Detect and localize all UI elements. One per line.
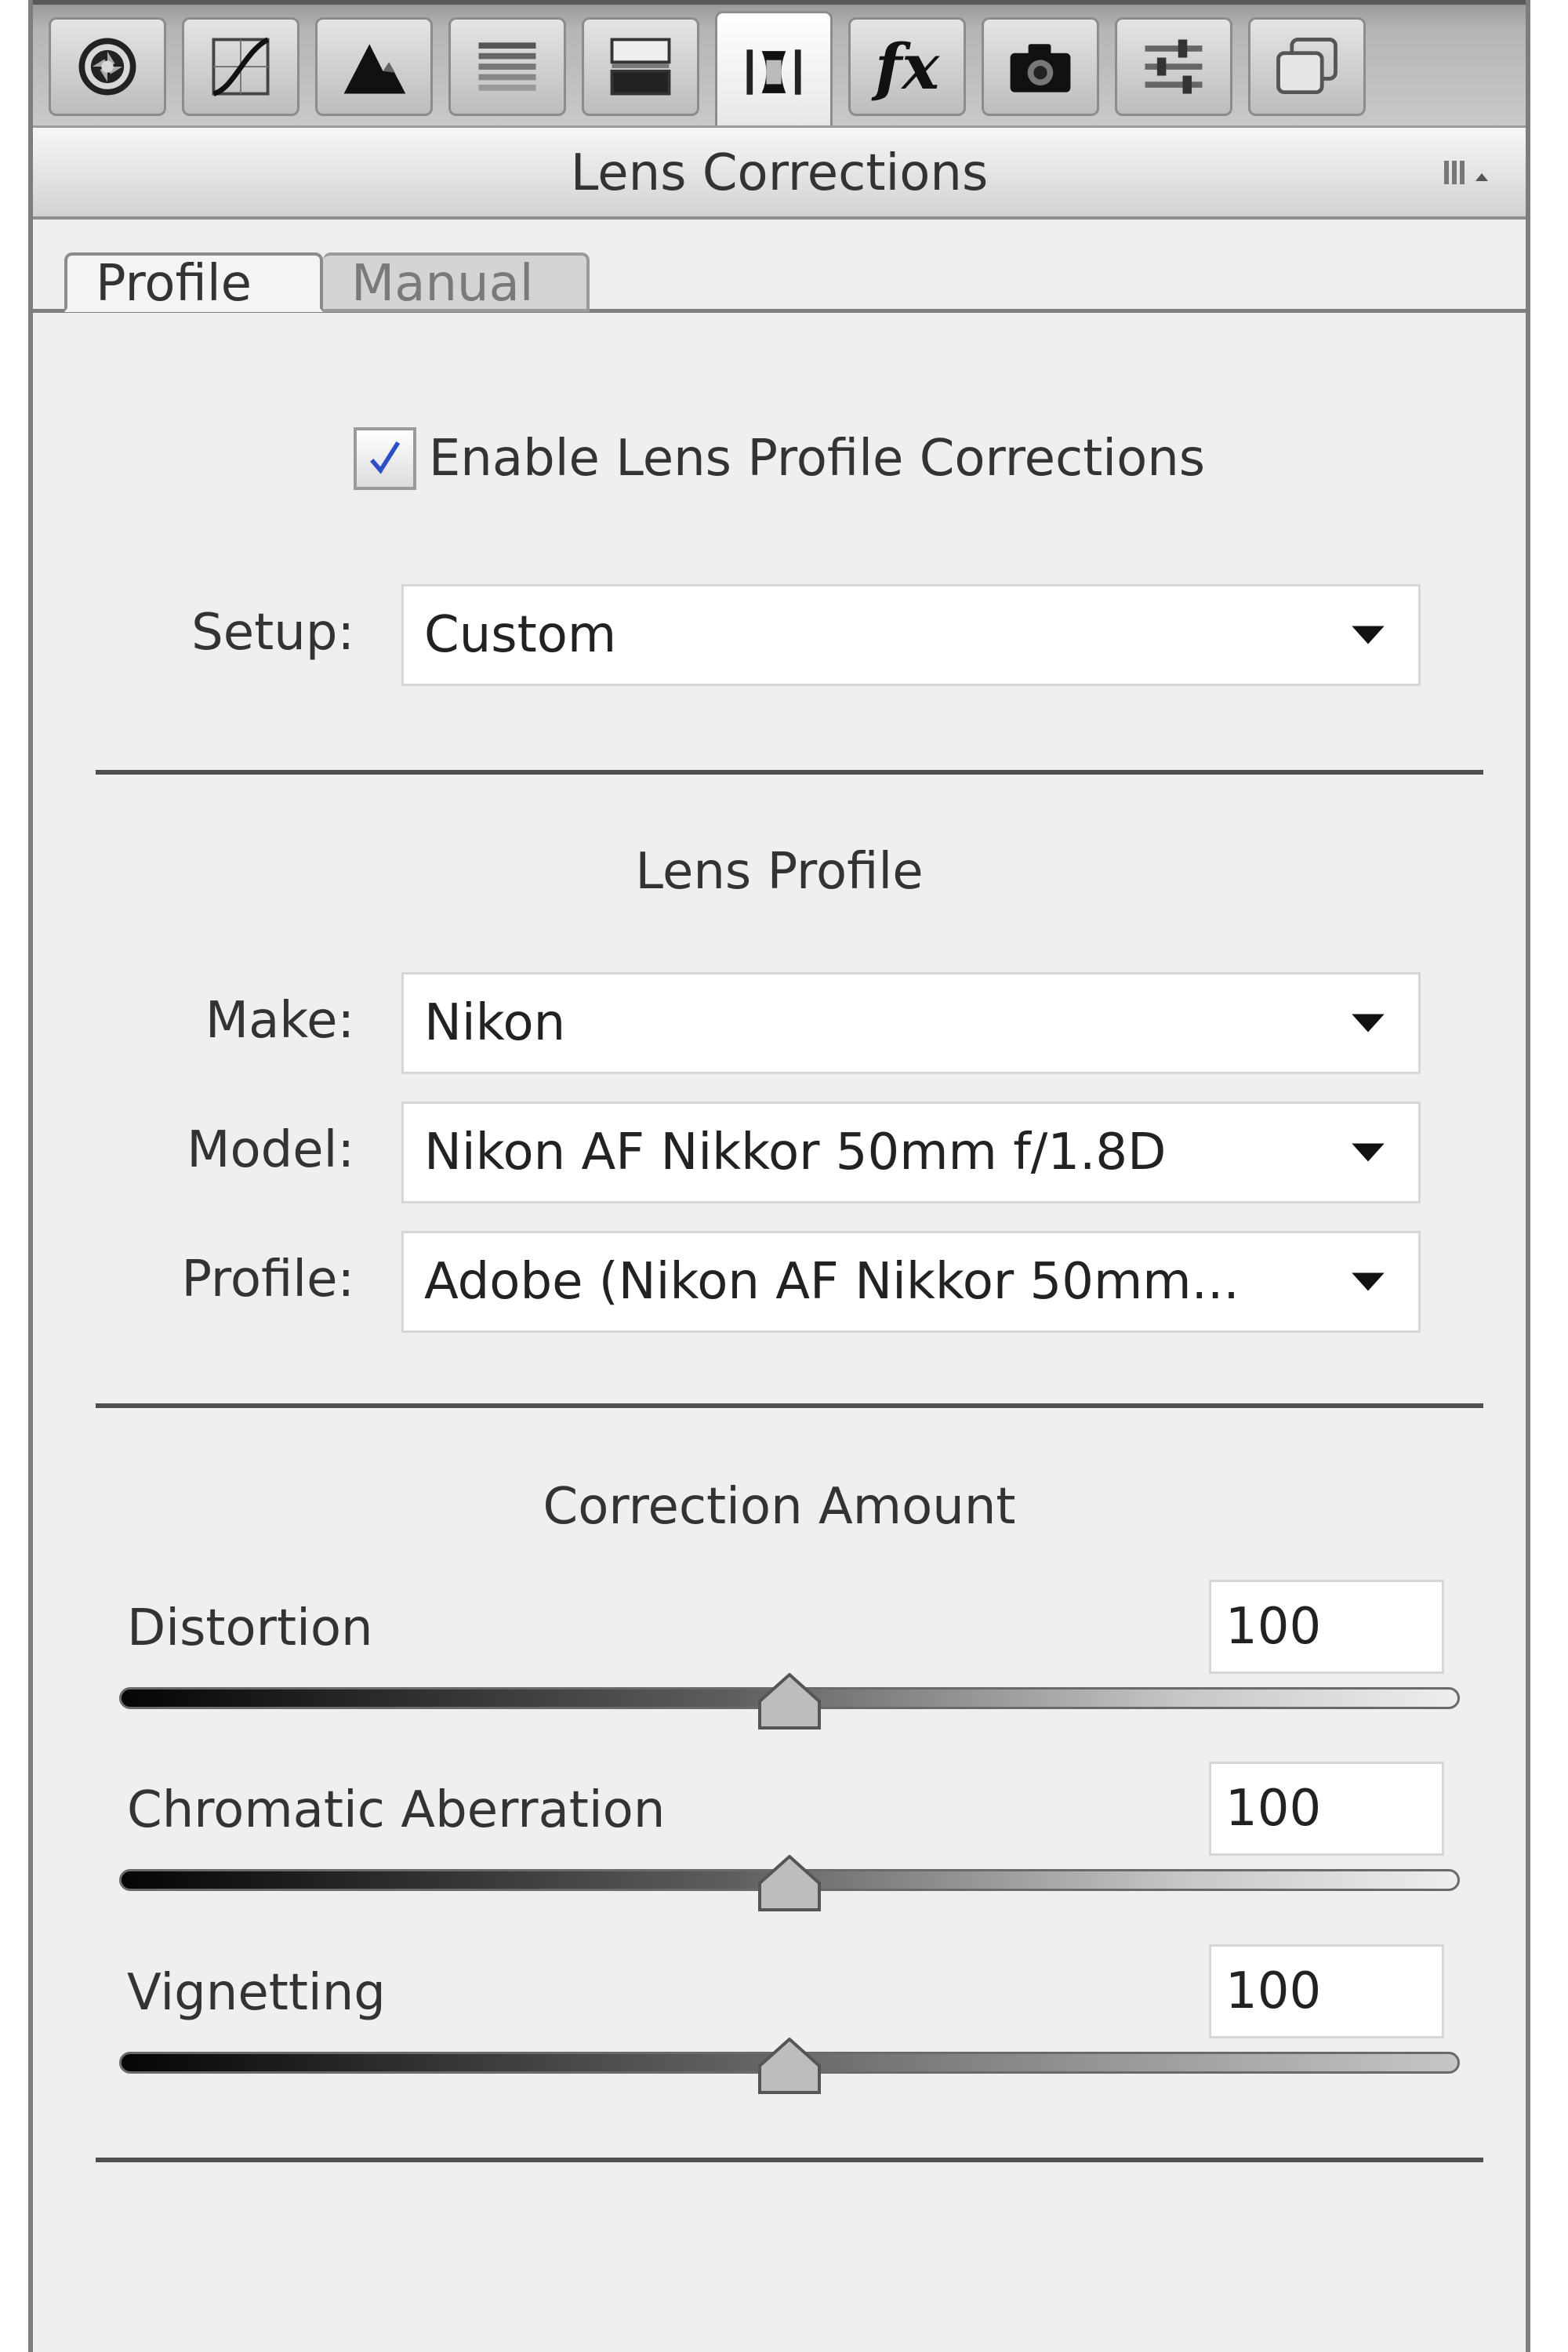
model-value: Nikon AF Nikkor 50mm f/1.8D [424,1123,1167,1181]
chromatic-aberration-value-field[interactable]: 100 [1209,1762,1444,1856]
profile-select[interactable]: Adobe (Nikon AF Nikkor 50mm... [401,1231,1421,1333]
profile-label: Profile: [181,1250,354,1308]
make-select[interactable]: Nikon [401,972,1421,1074]
presets-tool-button[interactable] [1115,17,1232,116]
enable-profile-checkbox[interactable] [353,427,416,490]
camera-icon [1010,44,1071,93]
make-label: Make: [205,992,354,1050]
enable-profile-label: Enable Lens Profile Corrections [428,430,1206,488]
vignetting-value-field[interactable]: 100 [1209,1944,1444,2038]
vignetting-label: Vignetting [127,1964,386,2022]
distortion-slider-thumb[interactable] [758,1673,821,1730]
make-value: Nikon [424,994,566,1052]
dropdown-arrow-icon [1345,612,1392,659]
setup-select[interactable]: Custom [401,584,1421,686]
model-label: Model: [187,1121,354,1179]
setup-label: Setup: [191,604,354,662]
enable-profile-row: Enable Lens Profile Corrections [33,419,1526,498]
vignetting-slider-thumb[interactable] [758,2038,821,2094]
snapshots-icon [1276,38,1338,95]
chromatic-aberration-label: Chromatic Aberration [127,1781,666,1839]
app-root: fx Lens Corrections Profile Manual Enabl… [0,0,1568,2352]
tone-curve-icon [212,37,270,96]
dropdown-arrow-icon [1345,1129,1392,1176]
snapshots-tool-button[interactable] [1248,17,1366,116]
tab-manual[interactable]: Manual [323,252,590,312]
detail-tool-button[interactable] [315,17,433,116]
basic-tool-button[interactable] [49,17,166,116]
panel-toolbar: fx [33,0,1526,130]
tab-profile[interactable]: Profile [64,252,323,312]
divider [96,1403,1483,1408]
distortion-label: Distortion [127,1599,373,1657]
camera-calibration-tool-button[interactable] [982,17,1099,116]
panel-header: Lens Corrections [33,125,1526,220]
hsl-bars-icon [478,42,536,91]
effects-tool-button[interactable]: fx [848,17,966,116]
detail-triangle-icon [343,44,406,94]
lens-icon [746,49,801,95]
tab-bar: Profile Manual [33,220,1526,314]
setup-value: Custom [424,606,617,664]
presets-sliders-icon [1145,39,1203,94]
profile-value: Adobe (Nikon AF Nikkor 50mm... [424,1253,1240,1311]
checkmark-icon [369,441,401,474]
split-toning-icon [610,38,671,96]
distortion-value-field[interactable]: 100 [1209,1580,1444,1674]
divider [96,770,1483,775]
correction-amount-title: Correction Amount [543,1478,1016,1536]
split-toning-tool-button[interactable] [582,17,699,116]
dropdown-arrow-icon [1345,1258,1392,1305]
tone-curve-tool-button[interactable] [182,17,299,116]
model-select[interactable]: Nikon AF Nikkor 50mm f/1.8D [401,1102,1421,1203]
aperture-icon [78,38,136,96]
dropdown-arrow-icon [1345,1000,1392,1047]
lens-corrections-panel: fx Lens Corrections Profile Manual Enabl… [28,0,1530,2352]
hsl-tool-button[interactable] [448,17,566,116]
chromatic-aberration-slider-thumb[interactable] [758,1855,821,1911]
lens-corrections-tool-button[interactable] [715,11,833,130]
lens-profile-title: Lens Profile [635,843,924,901]
panel-menu-icon[interactable] [1441,158,1504,189]
panel-title: Lens Corrections [570,144,989,202]
fx-icon: fx [874,30,940,103]
divider [96,2158,1483,2162]
